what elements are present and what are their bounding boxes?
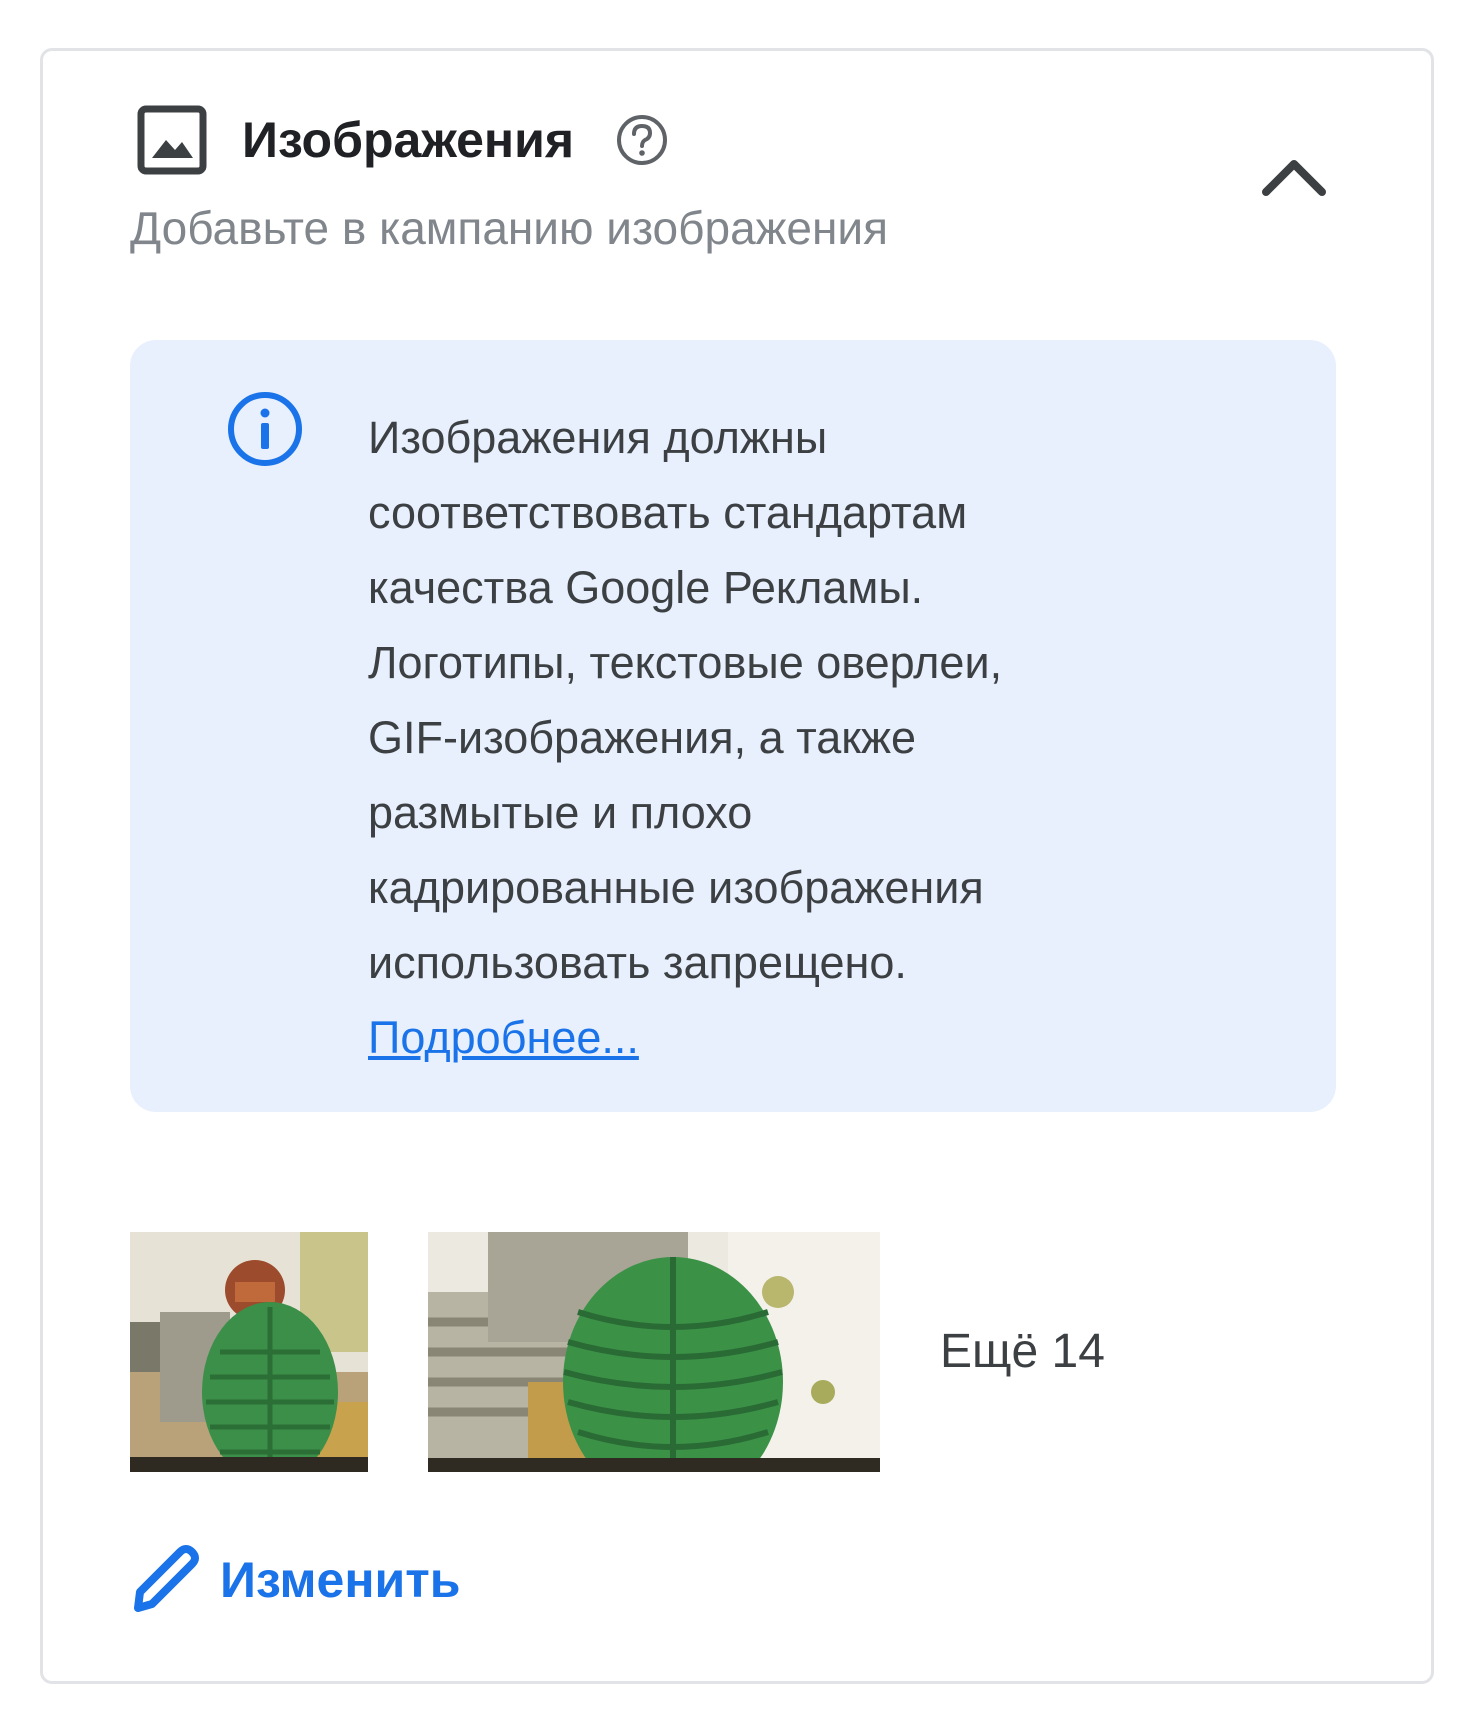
pencil-icon xyxy=(134,1545,199,1612)
image-icon xyxy=(137,105,207,175)
edit-button-label: Изменить xyxy=(220,1552,461,1608)
image-thumbnail[interactable] xyxy=(428,1232,880,1472)
notice-line: GIF-изображения, а также xyxy=(368,712,917,763)
notice-text: Изображения должны соответствовать станд… xyxy=(368,400,1168,1075)
info-icon xyxy=(228,392,302,466)
learn-more-link[interactable]: Подробнее... xyxy=(368,1000,639,1075)
section-title: Изображения xyxy=(242,112,575,168)
notice-line: использовать запрещено. xyxy=(368,937,907,988)
notice-line: качества Google Рекламы. xyxy=(368,562,924,613)
notice-line: размытые и плохо xyxy=(368,787,753,838)
help-circle-icon[interactable] xyxy=(614,112,670,168)
notice-line: соответствовать стандартам xyxy=(368,487,968,538)
notice-line: кадрированные изображения xyxy=(368,862,984,913)
edit-button[interactable]: Изменить xyxy=(128,1540,461,1620)
chevron-up-icon[interactable] xyxy=(1260,148,1328,208)
more-images-count[interactable]: Ещё 14 xyxy=(940,1320,1105,1384)
section-subtitle: Добавьте в кампанию изображения xyxy=(130,202,889,254)
image-thumbnail[interactable] xyxy=(130,1232,368,1472)
notice-line: Изображения должны xyxy=(368,412,828,463)
notice-line: Логотипы, текстовые оверлеи, xyxy=(368,637,1003,688)
